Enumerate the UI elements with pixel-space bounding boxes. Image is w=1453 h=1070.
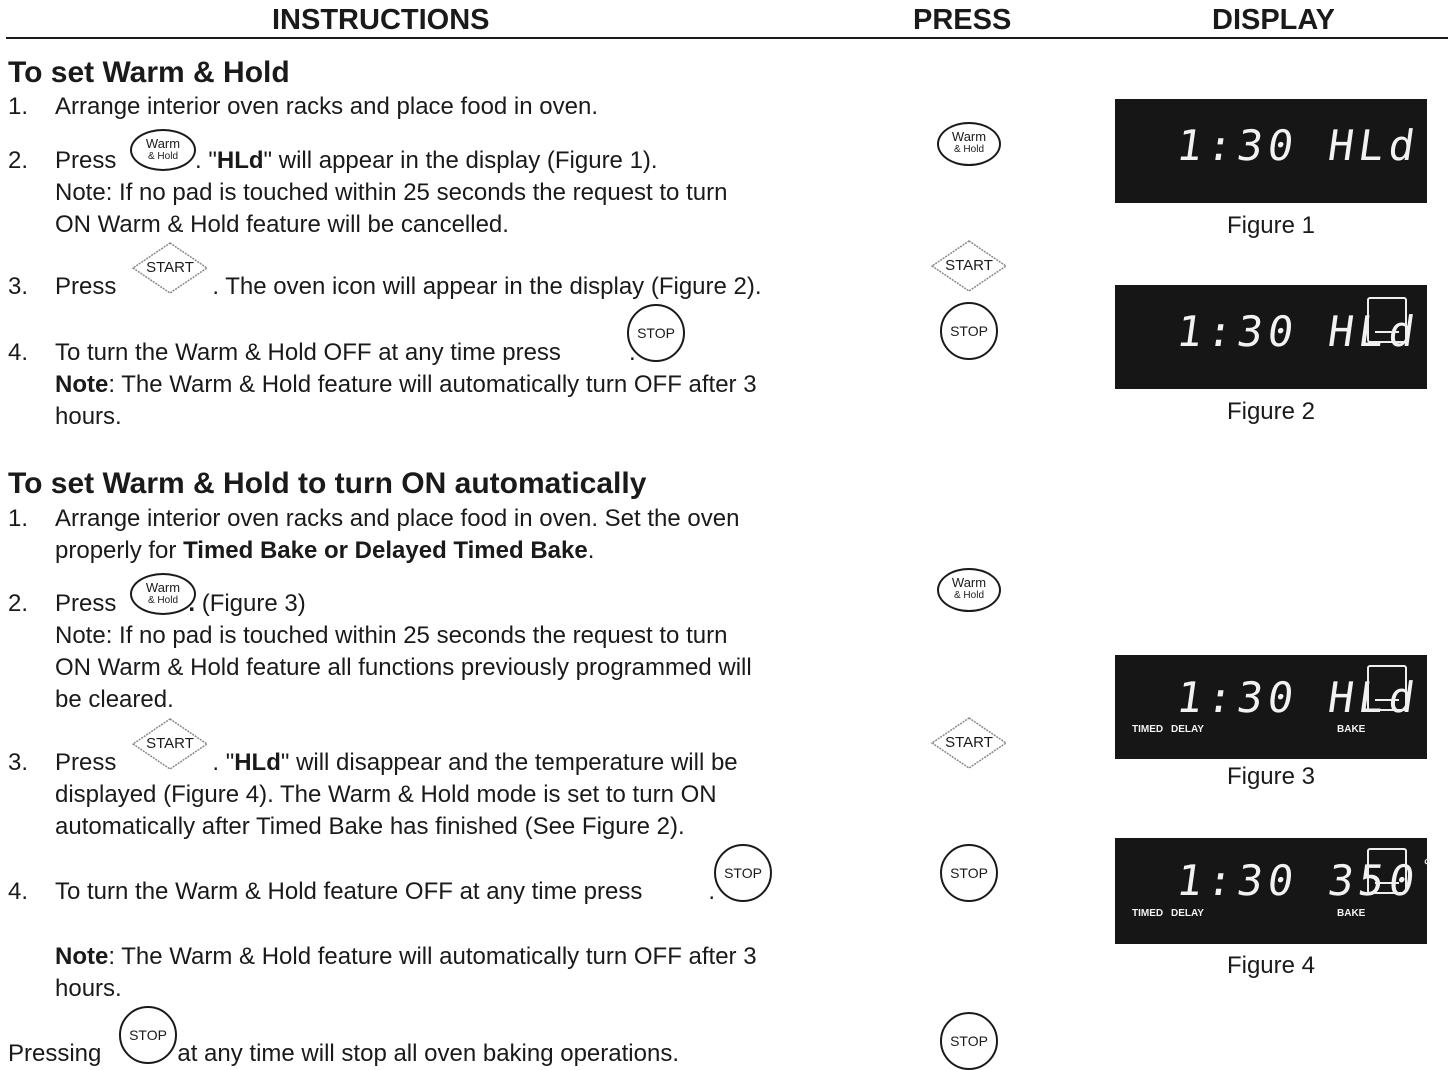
lcd-readout: 1:30 HLd — [1173, 121, 1423, 170]
inline-stop-icon: STOP — [714, 844, 772, 902]
lcd-bake-label: BAKE — [1337, 908, 1366, 919]
display-figure1: 1:30 HLd — [1115, 99, 1427, 203]
s2-step4-note2: hours. — [55, 975, 122, 1002]
s1-step2-note1: Note: If no pad is touched within 25 sec… — [55, 179, 728, 206]
s2-step1-text: Arrange interior oven racks and place fo… — [55, 505, 740, 532]
s1-step2-note2: ON Warm & Hold feature will be cancelled… — [55, 211, 509, 238]
s2-step2-note3: be cleared. — [55, 686, 174, 713]
oven-icon — [1367, 297, 1407, 343]
display-figure4: 1:30 350° TIMED DELAY BAKE — [1115, 838, 1439, 944]
inline-stop-icon: STOP — [119, 1006, 177, 1064]
s2-step3-line3: automatically after Timed Bake has finis… — [55, 813, 685, 840]
s2-step1-num: 1. — [8, 505, 29, 532]
s1-step2-rest: " will appear in the display (Figure 1). — [263, 147, 658, 174]
s2-step2-note1: Note: If no pad is touched within 25 sec… — [55, 622, 728, 649]
oven-icon — [1367, 665, 1407, 711]
lcd-timed-label: TIMED — [1132, 908, 1164, 919]
s2-step2-note2: ON Warm & Hold feature all functions pre… — [55, 654, 752, 681]
s1-step2-hld: HLd — [216, 147, 264, 174]
section1-title: To set Warm & Hold — [8, 56, 290, 89]
s2-step2-num: 2. — [8, 590, 29, 617]
header-divider — [6, 37, 1448, 39]
inline-warm-hold-icon: Warm & Hold — [130, 573, 196, 615]
inline-stop-icon: STOP — [627, 304, 685, 362]
press-warm-hold-icon: Warm & Hold — [937, 122, 1001, 166]
s2-step3-line2: displayed (Figure 4). The Warm & Hold mo… — [55, 781, 717, 808]
s2-step4-line: To turn the Warm & Hold feature OFF at a… — [55, 878, 715, 905]
header-instructions: INSTRUCTIONS — [272, 4, 490, 36]
s1-step1-num: 1. — [8, 93, 29, 120]
header-display: DISPLAY — [1212, 4, 1336, 36]
press-stop-icon: STOP — [940, 844, 998, 902]
press-start-icon: START — [929, 238, 1009, 294]
s2-step3-num: 3. — [8, 749, 29, 776]
s1-step2-num: 2. — [8, 147, 29, 174]
s2-step4-num: 4. — [8, 878, 29, 905]
footer-line: Pressing at any time will stop all oven b… — [8, 1040, 679, 1067]
display-figure3: 1:30 HLd TIMED DELAY BAKE — [1115, 655, 1427, 759]
press-warm-hold-icon: Warm & Hold — [937, 568, 1001, 612]
oven-icon — [1367, 848, 1407, 894]
display-figure2: 1:30 HLd — [1115, 285, 1427, 389]
s1-step4-line: To turn the Warm & Hold OFF at any time … — [55, 339, 636, 366]
figure1-caption: Figure 1 — [1226, 212, 1316, 239]
lcd-timed-label: TIMED — [1132, 724, 1164, 735]
lcd-delay-label: DELAY — [1171, 908, 1204, 919]
s1-step2-q: . " — [195, 147, 217, 174]
figure3-caption: Figure 3 — [1226, 763, 1316, 790]
inline-start-icon: START — [130, 240, 210, 296]
s1-step2-press: Press — [55, 147, 117, 174]
figure4-caption: Figure 4 — [1226, 952, 1316, 979]
s2-step4-note: Note: The Warm & Hold feature will autom… — [55, 943, 757, 970]
press-stop-icon: STOP — [940, 302, 998, 360]
inline-start-icon: START — [130, 716, 210, 772]
lcd-delay-label: DELAY — [1171, 724, 1204, 735]
section2-title: To set Warm & Hold to turn ON automatica… — [8, 467, 647, 500]
figure2-caption: Figure 2 — [1226, 398, 1316, 425]
press-stop-icon: STOP — [940, 1012, 998, 1070]
s1-step4-num: 4. — [8, 339, 29, 366]
s1-step4-note: Note: The Warm & Hold feature will autom… — [55, 371, 757, 398]
s1-step1-text: Arrange interior oven racks and place fo… — [55, 93, 598, 120]
lcd-bake-label: BAKE — [1337, 724, 1366, 735]
s1-step4-note2: hours. — [55, 403, 122, 430]
s1-step3-num: 3. — [8, 273, 29, 300]
press-start-icon: START — [929, 715, 1009, 771]
inline-warm-hold-icon: Warm & Hold — [130, 129, 196, 171]
s2-step1-text2: properly for Timed Bake or Delayed Timed… — [55, 537, 595, 564]
header-press: PRESS — [913, 4, 1012, 36]
